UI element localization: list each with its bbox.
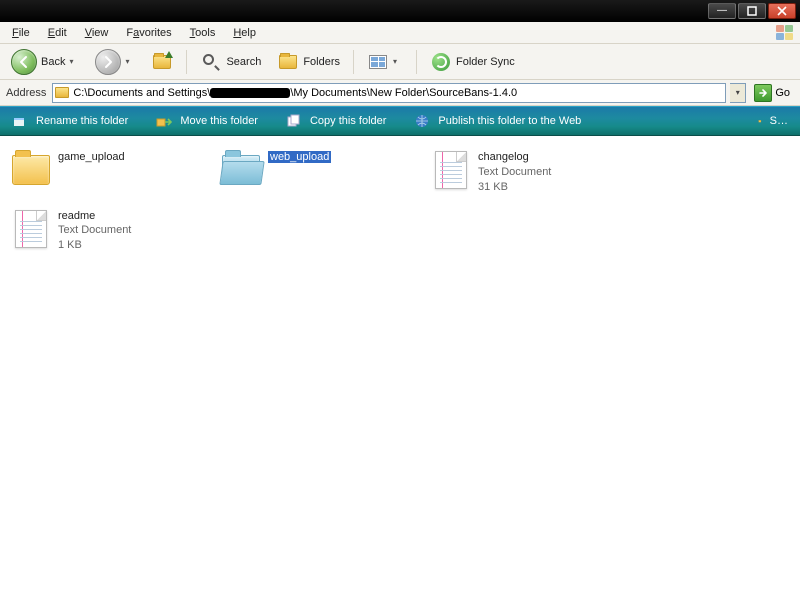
underline: E [48, 27, 55, 39]
address-folder-icon [55, 87, 69, 98]
task-share-folder[interactable]: S… [758, 113, 788, 129]
toolbar-separator [186, 50, 187, 74]
menu-tools[interactable]: Tools [184, 25, 222, 41]
list-item[interactable]: web_upload [218, 148, 428, 197]
item-name: web_upload [268, 151, 331, 163]
close-button[interactable] [768, 3, 796, 19]
up-button[interactable] [146, 48, 178, 76]
item-size: 31 KB [478, 180, 551, 195]
toolbar-separator [416, 50, 417, 74]
item-name: changelog [478, 150, 551, 165]
menubar: File Edit View Favorites Tools Help [0, 22, 800, 44]
redacted-username [210, 88, 290, 98]
address-input[interactable]: C:\Documents and Settings\\My Documents\… [52, 83, 726, 103]
forward-dropdown-icon[interactable]: ▾ [125, 57, 135, 66]
folders-icon [277, 51, 299, 73]
address-path: C:\Documents and Settings\\My Documents\… [73, 87, 517, 99]
task-publish-folder[interactable]: Publish this folder to the Web [414, 113, 581, 129]
titlebar: — [0, 0, 800, 22]
item-name: readme [58, 209, 131, 224]
address-label: Address [6, 87, 46, 99]
search-button[interactable]: Search [195, 48, 266, 76]
back-dropdown-icon[interactable]: ▾ [69, 57, 79, 66]
common-tasks-band: Rename this folder Move this folder Copy… [0, 106, 800, 136]
back-label: Back [41, 56, 65, 68]
windows-logo-icon [776, 25, 794, 41]
menu-view[interactable]: View [79, 25, 115, 41]
folder-open-icon [220, 150, 262, 190]
menu-favorites[interactable]: Favorites [120, 25, 177, 41]
search-label: Search [226, 56, 261, 68]
addressbar: Address C:\Documents and Settings\\My Do… [0, 80, 800, 106]
list-item[interactable]: changelog Text Document 31 KB [428, 148, 638, 197]
foldersync-button[interactable]: Folder Sync [425, 48, 520, 76]
text-document-icon [430, 150, 472, 190]
go-button[interactable]: Go [750, 83, 794, 103]
back-arrow-icon [11, 49, 37, 75]
move-icon [156, 113, 172, 129]
go-arrow-icon [754, 84, 772, 102]
minimize-button[interactable]: — [708, 3, 736, 19]
rename-icon [12, 113, 28, 129]
item-type: Text Document [58, 223, 131, 238]
item-size: 1 KB [58, 238, 131, 253]
list-item[interactable]: game_upload [8, 148, 218, 197]
up-folder-icon [151, 51, 173, 73]
search-icon [200, 51, 222, 73]
item-name: game_upload [58, 150, 125, 165]
go-label: Go [775, 87, 790, 99]
explorer-window: — File Edit View Favorites Tools Help Ba… [0, 0, 800, 600]
forward-button[interactable]: ▾ [90, 46, 140, 78]
folders-label: Folders [303, 56, 340, 68]
foldersync-label: Folder Sync [456, 56, 515, 68]
item-type: Text Document [478, 165, 551, 180]
text-document-icon [10, 209, 52, 249]
task-rename-folder[interactable]: Rename this folder [12, 113, 128, 129]
list-item[interactable]: readme Text Document 1 KB [8, 207, 218, 256]
task-move-folder[interactable]: Move this folder [156, 113, 258, 129]
forward-arrow-icon [95, 49, 121, 75]
copy-icon [286, 113, 302, 129]
sync-icon [430, 51, 452, 73]
back-button[interactable]: Back ▾ [6, 46, 84, 78]
folder-icon [10, 150, 52, 190]
views-dropdown-icon[interactable]: ▾ [393, 57, 403, 66]
task-copy-folder[interactable]: Copy this folder [286, 113, 386, 129]
menu-edit[interactable]: Edit [42, 25, 73, 41]
toolbar-separator [353, 50, 354, 74]
address-dropdown-icon[interactable]: ▾ [730, 83, 746, 103]
menu-help[interactable]: Help [227, 25, 262, 41]
menu-file[interactable]: File [6, 25, 36, 41]
views-button[interactable]: ▾ [362, 48, 408, 76]
publish-icon [414, 113, 430, 129]
toolbar: Back ▾ ▾ Search Folders ▾ [0, 44, 800, 80]
maximize-button[interactable] [738, 3, 766, 19]
folders-button[interactable]: Folders [272, 48, 345, 76]
file-list[interactable]: game_upload web_upload changelog Text Do… [0, 136, 800, 600]
views-icon [367, 51, 389, 73]
share-icon [758, 113, 762, 129]
